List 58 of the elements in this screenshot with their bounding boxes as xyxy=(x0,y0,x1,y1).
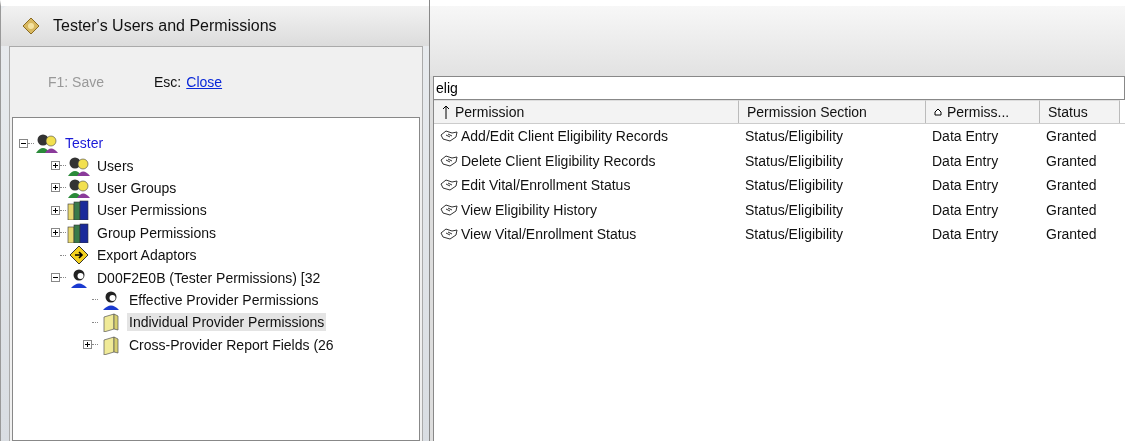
table-cell: Granted xyxy=(1046,226,1097,243)
table-cell: Status/Eligibility xyxy=(745,226,844,243)
table-cell: Granted xyxy=(1046,177,1097,194)
close-link[interactable]: Close xyxy=(186,74,223,90)
table-cell: Data Entry xyxy=(932,201,999,218)
tree-item[interactable]: Group Permissions xyxy=(95,223,219,242)
people-icon xyxy=(34,133,60,154)
app-icon xyxy=(21,16,41,36)
table-cell: Status/Eligibility xyxy=(745,152,844,169)
people-icon xyxy=(66,177,92,198)
expander-icon[interactable] xyxy=(51,273,60,283)
tree-item[interactable]: User Permissions xyxy=(95,201,209,220)
tree-item[interactable]: D00F2E0B (Tester Permissions) [32 xyxy=(95,268,323,287)
table-cell: Add/Edit Client Eligibility Records xyxy=(461,128,668,145)
table-cell: Status/Eligibility xyxy=(745,177,844,194)
house-icon xyxy=(934,108,942,116)
handshake-icon xyxy=(440,130,458,143)
column-header[interactable]: Permiss... xyxy=(926,100,1040,123)
tree-item[interactable]: Export Adaptors xyxy=(95,246,199,265)
people-icon xyxy=(66,155,92,176)
table-cell: Granted xyxy=(1046,201,1097,218)
tree-item[interactable]: Users xyxy=(95,156,136,175)
expander-icon[interactable] xyxy=(51,161,60,171)
table-cell: View Eligibility History xyxy=(461,201,597,218)
table-cell: View Vital/Enrollment Status xyxy=(461,226,637,243)
handshake-icon xyxy=(440,203,458,216)
tree-item[interactable]: User Groups xyxy=(95,178,179,197)
table-cell: Delete Client Eligibility Records xyxy=(461,152,656,169)
expander-icon[interactable] xyxy=(51,205,60,215)
tree-item[interactable]: Individual Provider Permissions xyxy=(127,313,327,332)
expander-icon[interactable] xyxy=(51,228,60,238)
table-cell: Data Entry xyxy=(932,177,999,194)
expander-icon[interactable] xyxy=(19,138,28,148)
column-header[interactable]: Status xyxy=(1040,100,1120,123)
window-title: Tester's Users and Permissions xyxy=(53,17,277,35)
books-icon xyxy=(66,222,92,243)
table-cell: Edit Vital/Enrollment Status xyxy=(461,177,631,194)
sort-arrow-icon xyxy=(442,105,450,119)
table-cell: Granted xyxy=(1046,128,1097,145)
expander-icon[interactable] xyxy=(51,183,60,193)
table-cell: Data Entry xyxy=(932,128,999,145)
handshake-icon xyxy=(440,228,458,241)
expander-icon[interactable] xyxy=(83,340,92,350)
tree-item[interactable]: Cross-Provider Report Fields (26 xyxy=(127,335,336,354)
tree-item[interactable]: Effective Provider Permissions xyxy=(127,290,321,309)
tree-item[interactable]: Tester xyxy=(63,134,106,153)
table-cell: Data Entry xyxy=(932,152,999,169)
table-cell: Data Entry xyxy=(932,226,999,243)
column-header[interactable]: Permission xyxy=(434,100,739,123)
shortcut-label: Esc: xyxy=(154,74,182,90)
table-cell: Granted xyxy=(1046,152,1097,169)
books-icon xyxy=(66,200,92,221)
table-cell: Status/Eligibility xyxy=(745,201,844,218)
handshake-icon xyxy=(440,179,458,192)
column-header[interactable]: Permission Section xyxy=(739,100,926,123)
table-cell: Status/Eligibility xyxy=(745,128,844,145)
search-field[interactable]: elig xyxy=(433,76,1125,100)
handshake-icon xyxy=(440,154,458,167)
